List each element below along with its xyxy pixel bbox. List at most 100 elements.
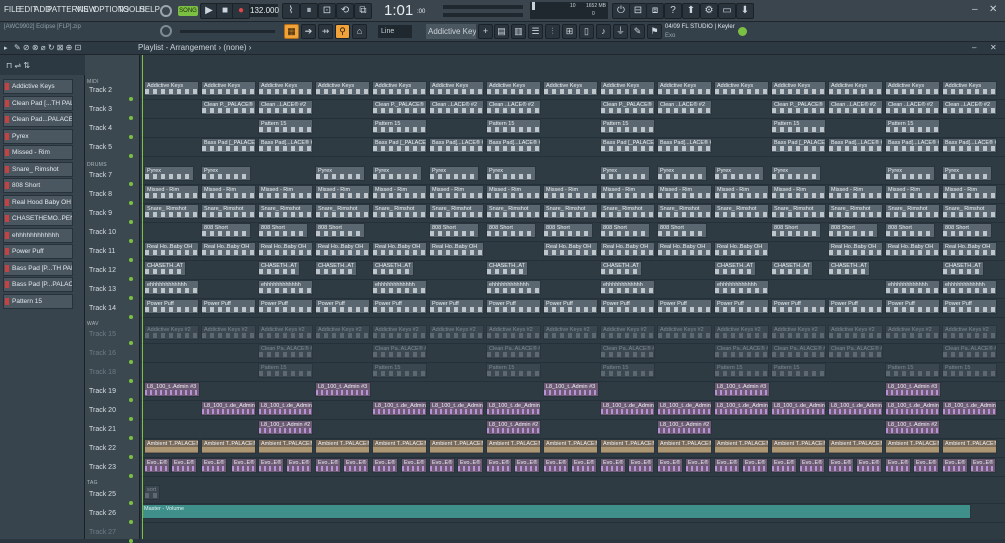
pattern-clip[interactable]: L8_100_t..Admin #3 <box>543 382 599 397</box>
pattern-item[interactable]: Missed - Rim <box>3 145 73 160</box>
pattern-clip[interactable]: Evo..E® <box>543 458 569 473</box>
pattern-clip[interactable]: CHASETH..AT 1 <box>942 261 984 276</box>
minimize-icon[interactable]: – <box>972 43 976 52</box>
pattern-clip[interactable]: Evo..E® <box>401 458 427 473</box>
pattern-clip[interactable]: Ambient T..PALACE® <box>315 439 370 454</box>
pattern-clip[interactable]: ehhhhhhhhhhhh <box>600 280 655 295</box>
pattern-clip[interactable]: Pattern 15 <box>486 363 541 378</box>
track-enabled-icon[interactable] <box>129 182 133 186</box>
pattern-clip[interactable]: Snare_ Rimshot <box>657 204 712 219</box>
track-enabled-icon[interactable] <box>129 201 133 205</box>
pattern-clip[interactable]: Bass Pad[...LACE® #2 <box>486 138 541 153</box>
pattern-clip[interactable]: Addictive Keys #2 <box>315 325 370 340</box>
pattern-clip[interactable]: L8_100_t..de_Admin <box>714 401 769 416</box>
track-enabled-icon[interactable] <box>129 315 133 319</box>
pattern-clip[interactable]: CHASETH..AT 1 <box>771 261 813 276</box>
automation-clip[interactable]: sort <box>144 485 160 500</box>
pattern-clip[interactable]: Clean Pa..ALACE® #2 <box>258 344 313 359</box>
pattern-clip[interactable]: CHASETH..AT 1 <box>486 261 528 276</box>
pattern-item[interactable]: Clean Pad...PALACE® #2 <box>3 112 73 127</box>
pattern-clip[interactable]: Clean ..LACE® #2 <box>486 100 541 115</box>
pattern-clip[interactable]: Addictive Keys <box>714 81 769 96</box>
tools-icon[interactable]: ✎ ⊘ ⊗ ⌀ ↻ ⊠ ⊕ ⊡ <box>14 43 81 52</box>
snap-icon[interactable]: ⇸ <box>318 24 333 39</box>
track-name[interactable]: Track 16 <box>85 350 140 357</box>
pattern-clip[interactable]: L8_100_t..Admin #2 <box>258 420 313 435</box>
pattern-clip[interactable]: ehhhhhhhhhhhh <box>372 280 427 295</box>
track-enabled-icon[interactable] <box>129 296 133 300</box>
pattern-clip[interactable]: Evo..E® <box>942 458 968 473</box>
mixer-view-icon[interactable]: ⫶ <box>545 24 560 39</box>
pattern-item[interactable]: Real Hood Baby OH <box>3 194 73 210</box>
track-enabled-icon[interactable] <box>129 220 133 224</box>
pattern-clip[interactable]: Clean ..LACE® #2 <box>885 100 940 115</box>
pattern-clip[interactable]: Real Ho..Baby OH <box>657 242 712 257</box>
pattern-clip[interactable]: L8_100_t..de_Admin <box>942 401 997 416</box>
pattern-clip[interactable]: Clean Pa..ALACE® #2 <box>372 344 427 359</box>
pattern-clip[interactable]: Clean ..LACE® #2 <box>828 100 883 115</box>
pattern-clip[interactable]: Evo..E® <box>571 458 597 473</box>
track-name[interactable]: Track 3 <box>85 106 140 113</box>
settings-icon[interactable]: ⚙ <box>700 3 718 19</box>
pattern-clip[interactable]: Power Puff <box>144 299 199 314</box>
chat-icon[interactable]: ▭ <box>718 3 736 19</box>
render-icon[interactable]: ⬆ <box>682 3 700 19</box>
tempo-tap-icon[interactable]: ⏻ <box>612 3 630 19</box>
pattern-clip[interactable]: L8_100_t..de_Admin <box>372 401 427 416</box>
menu-help[interactable]: HELP <box>139 5 160 14</box>
pattern-clip[interactable]: CHASETH..AT 1 <box>144 261 186 276</box>
pattern-clip[interactable]: Power Puff <box>258 299 313 314</box>
pattern-clip[interactable]: Clean Pa..ALACE® #2 <box>942 344 997 359</box>
pattern-clip[interactable]: Evo..E® <box>231 458 257 473</box>
pattern-clip[interactable]: Real Ho..Baby OH <box>828 242 883 257</box>
pattern-clip[interactable]: 808 Short <box>771 223 821 238</box>
playhead[interactable] <box>142 55 143 539</box>
pattern-clip[interactable]: L8_100_t..Admin #2 <box>657 420 712 435</box>
pattern-clip[interactable]: Ambient T..PALACE® <box>600 439 655 454</box>
pattern-clip[interactable]: Real Ho..Baby OH <box>714 242 769 257</box>
pattern-clip[interactable]: Addictive Keys #2 <box>714 325 769 340</box>
pattern-clip[interactable]: Evo..E® <box>486 458 512 473</box>
countdown-icon[interactable]: ⊡ <box>318 3 336 19</box>
pattern-clip[interactable]: Power Puff <box>543 299 598 314</box>
pattern-clip[interactable]: Snare_ Rimshot <box>201 204 256 219</box>
pattern-clip[interactable]: Missed - Rim <box>600 185 655 200</box>
pattern-clip[interactable]: Evo..E® <box>885 458 911 473</box>
track-name[interactable]: Track 9 <box>85 210 140 217</box>
pattern-clip[interactable]: Missed - Rim <box>486 185 541 200</box>
pattern-clip[interactable]: L8_100_t..Admin #3 <box>885 382 941 397</box>
pattern-clip[interactable]: Missed - Rim <box>771 185 826 200</box>
pattern-clip[interactable]: ehhhhhhhhhhhh <box>144 280 199 295</box>
pattern-clip[interactable]: Bass Pad[...LACE® #2 <box>657 138 712 153</box>
pattern-clip[interactable]: Snare_ Rimshot <box>429 204 484 219</box>
pattern-clip[interactable]: Evo..E® <box>171 458 197 473</box>
track-enabled-icon[interactable] <box>129 116 133 120</box>
pattern-clip[interactable]: L8_100_t..de_Admin <box>486 401 541 416</box>
track-enabled-icon[interactable] <box>129 436 133 440</box>
pattern-clip[interactable]: Pattern 15 <box>714 363 769 378</box>
pattern-clip[interactable]: CHASETH..AT 1 <box>315 261 357 276</box>
pattern-item[interactable]: Bass Pad [P...PALACE® #2 <box>3 277 73 292</box>
pattern-clip[interactable]: Ambient T..PALACE® <box>258 439 313 454</box>
pattern-clip[interactable]: L8_100_t..de_Admin <box>771 401 826 416</box>
track-enabled-icon[interactable] <box>129 258 133 262</box>
track-name[interactable]: Track 25 <box>85 491 140 498</box>
pattern-clip[interactable]: Snare_ Rimshot <box>258 204 313 219</box>
pattern-item[interactable]: Pyrex <box>3 128 73 144</box>
pattern-clip[interactable]: Clean P._PALACE® <box>372 100 427 115</box>
pitch-slider[interactable] <box>180 30 275 33</box>
pattern-clip[interactable]: Pyrex <box>429 166 479 181</box>
pattern-clip[interactable]: Addictive Keys #2 <box>771 325 826 340</box>
close-icon[interactable]: ✕ <box>990 43 997 52</box>
pattern-clip[interactable]: 808 Short <box>429 223 479 238</box>
pattern-clip[interactable]: Snare_ Rimshot <box>315 204 370 219</box>
pattern-clip[interactable]: Bass Pad [_PALACE® <box>771 138 826 153</box>
pattern-clip[interactable]: Bass Pad [_PALACE® <box>372 138 427 153</box>
pattern-clip[interactable]: Pyrex <box>714 166 764 181</box>
pattern-clip[interactable]: Pyrex <box>201 166 251 181</box>
pattern-clip[interactable]: Pattern 15 <box>942 363 997 378</box>
track-name[interactable]: Track 23 <box>85 464 140 471</box>
pattern-clip[interactable]: Clean P._PALACE® <box>771 100 826 115</box>
pattern-clip[interactable]: L8_100_t..de_Admin <box>429 401 484 416</box>
pattern-clip[interactable]: Bass Pad[...LACE® #2 <box>258 138 313 153</box>
